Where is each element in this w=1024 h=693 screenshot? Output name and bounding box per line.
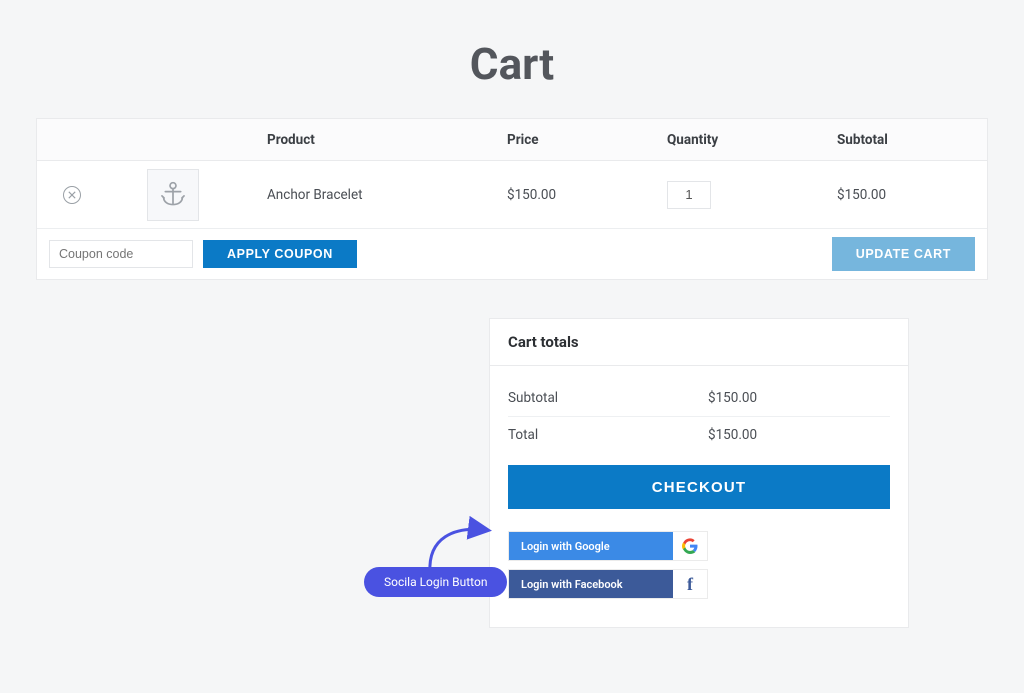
coupon-input[interactable] — [49, 240, 193, 268]
update-cart-button[interactable]: UPDATE CART — [832, 237, 975, 271]
login-facebook-button[interactable]: Login with Facebook f — [508, 569, 708, 599]
google-icon — [673, 532, 707, 560]
cart-header: Product Price Quantity Subtotal — [37, 119, 987, 161]
facebook-icon: f — [673, 570, 707, 598]
totals-total-row: Total $150.00 — [508, 417, 890, 453]
table-row: Anchor Bracelet $150.00 $150.00 — [37, 161, 987, 229]
annotation-label: Socila Login Button — [364, 567, 507, 597]
social-login-group: Login with Google Login with Facebook f — [508, 531, 890, 599]
product-name[interactable]: Anchor Bracelet — [267, 187, 507, 203]
login-google-label: Login with Google — [509, 532, 673, 560]
col-header-subtotal: Subtotal — [837, 132, 987, 148]
totals-subtotal-value: $150.00 — [708, 390, 757, 406]
totals-total-value: $150.00 — [708, 427, 757, 443]
login-facebook-label: Login with Facebook — [509, 570, 673, 598]
product-thumbnail[interactable] — [147, 169, 199, 221]
cart-totals-panel: Cart totals Subtotal $150.00 Total $150.… — [489, 318, 909, 628]
totals-subtotal-row: Subtotal $150.00 — [508, 380, 890, 417]
checkout-button[interactable]: CHECKOUT — [508, 465, 890, 509]
product-price: $150.00 — [507, 187, 667, 203]
col-header-qty: Quantity — [667, 132, 837, 148]
remove-item-button[interactable] — [63, 186, 81, 204]
col-header-product: Product — [267, 132, 507, 148]
close-icon — [68, 191, 76, 199]
cart-table: Product Price Quantity Subtotal — [36, 118, 988, 280]
totals-heading: Cart totals — [490, 319, 908, 366]
totals-total-label: Total — [508, 427, 708, 443]
login-google-button[interactable]: Login with Google — [508, 531, 708, 561]
product-subtotal: $150.00 — [837, 187, 987, 203]
page-title: Cart — [0, 0, 1024, 118]
apply-coupon-button[interactable]: APPLY COUPON — [203, 240, 357, 268]
cart-actions: APPLY COUPON UPDATE CART — [37, 229, 987, 279]
quantity-stepper[interactable] — [667, 181, 711, 209]
anchor-icon — [156, 178, 190, 212]
col-header-price: Price — [507, 132, 667, 148]
totals-subtotal-label: Subtotal — [508, 390, 708, 406]
